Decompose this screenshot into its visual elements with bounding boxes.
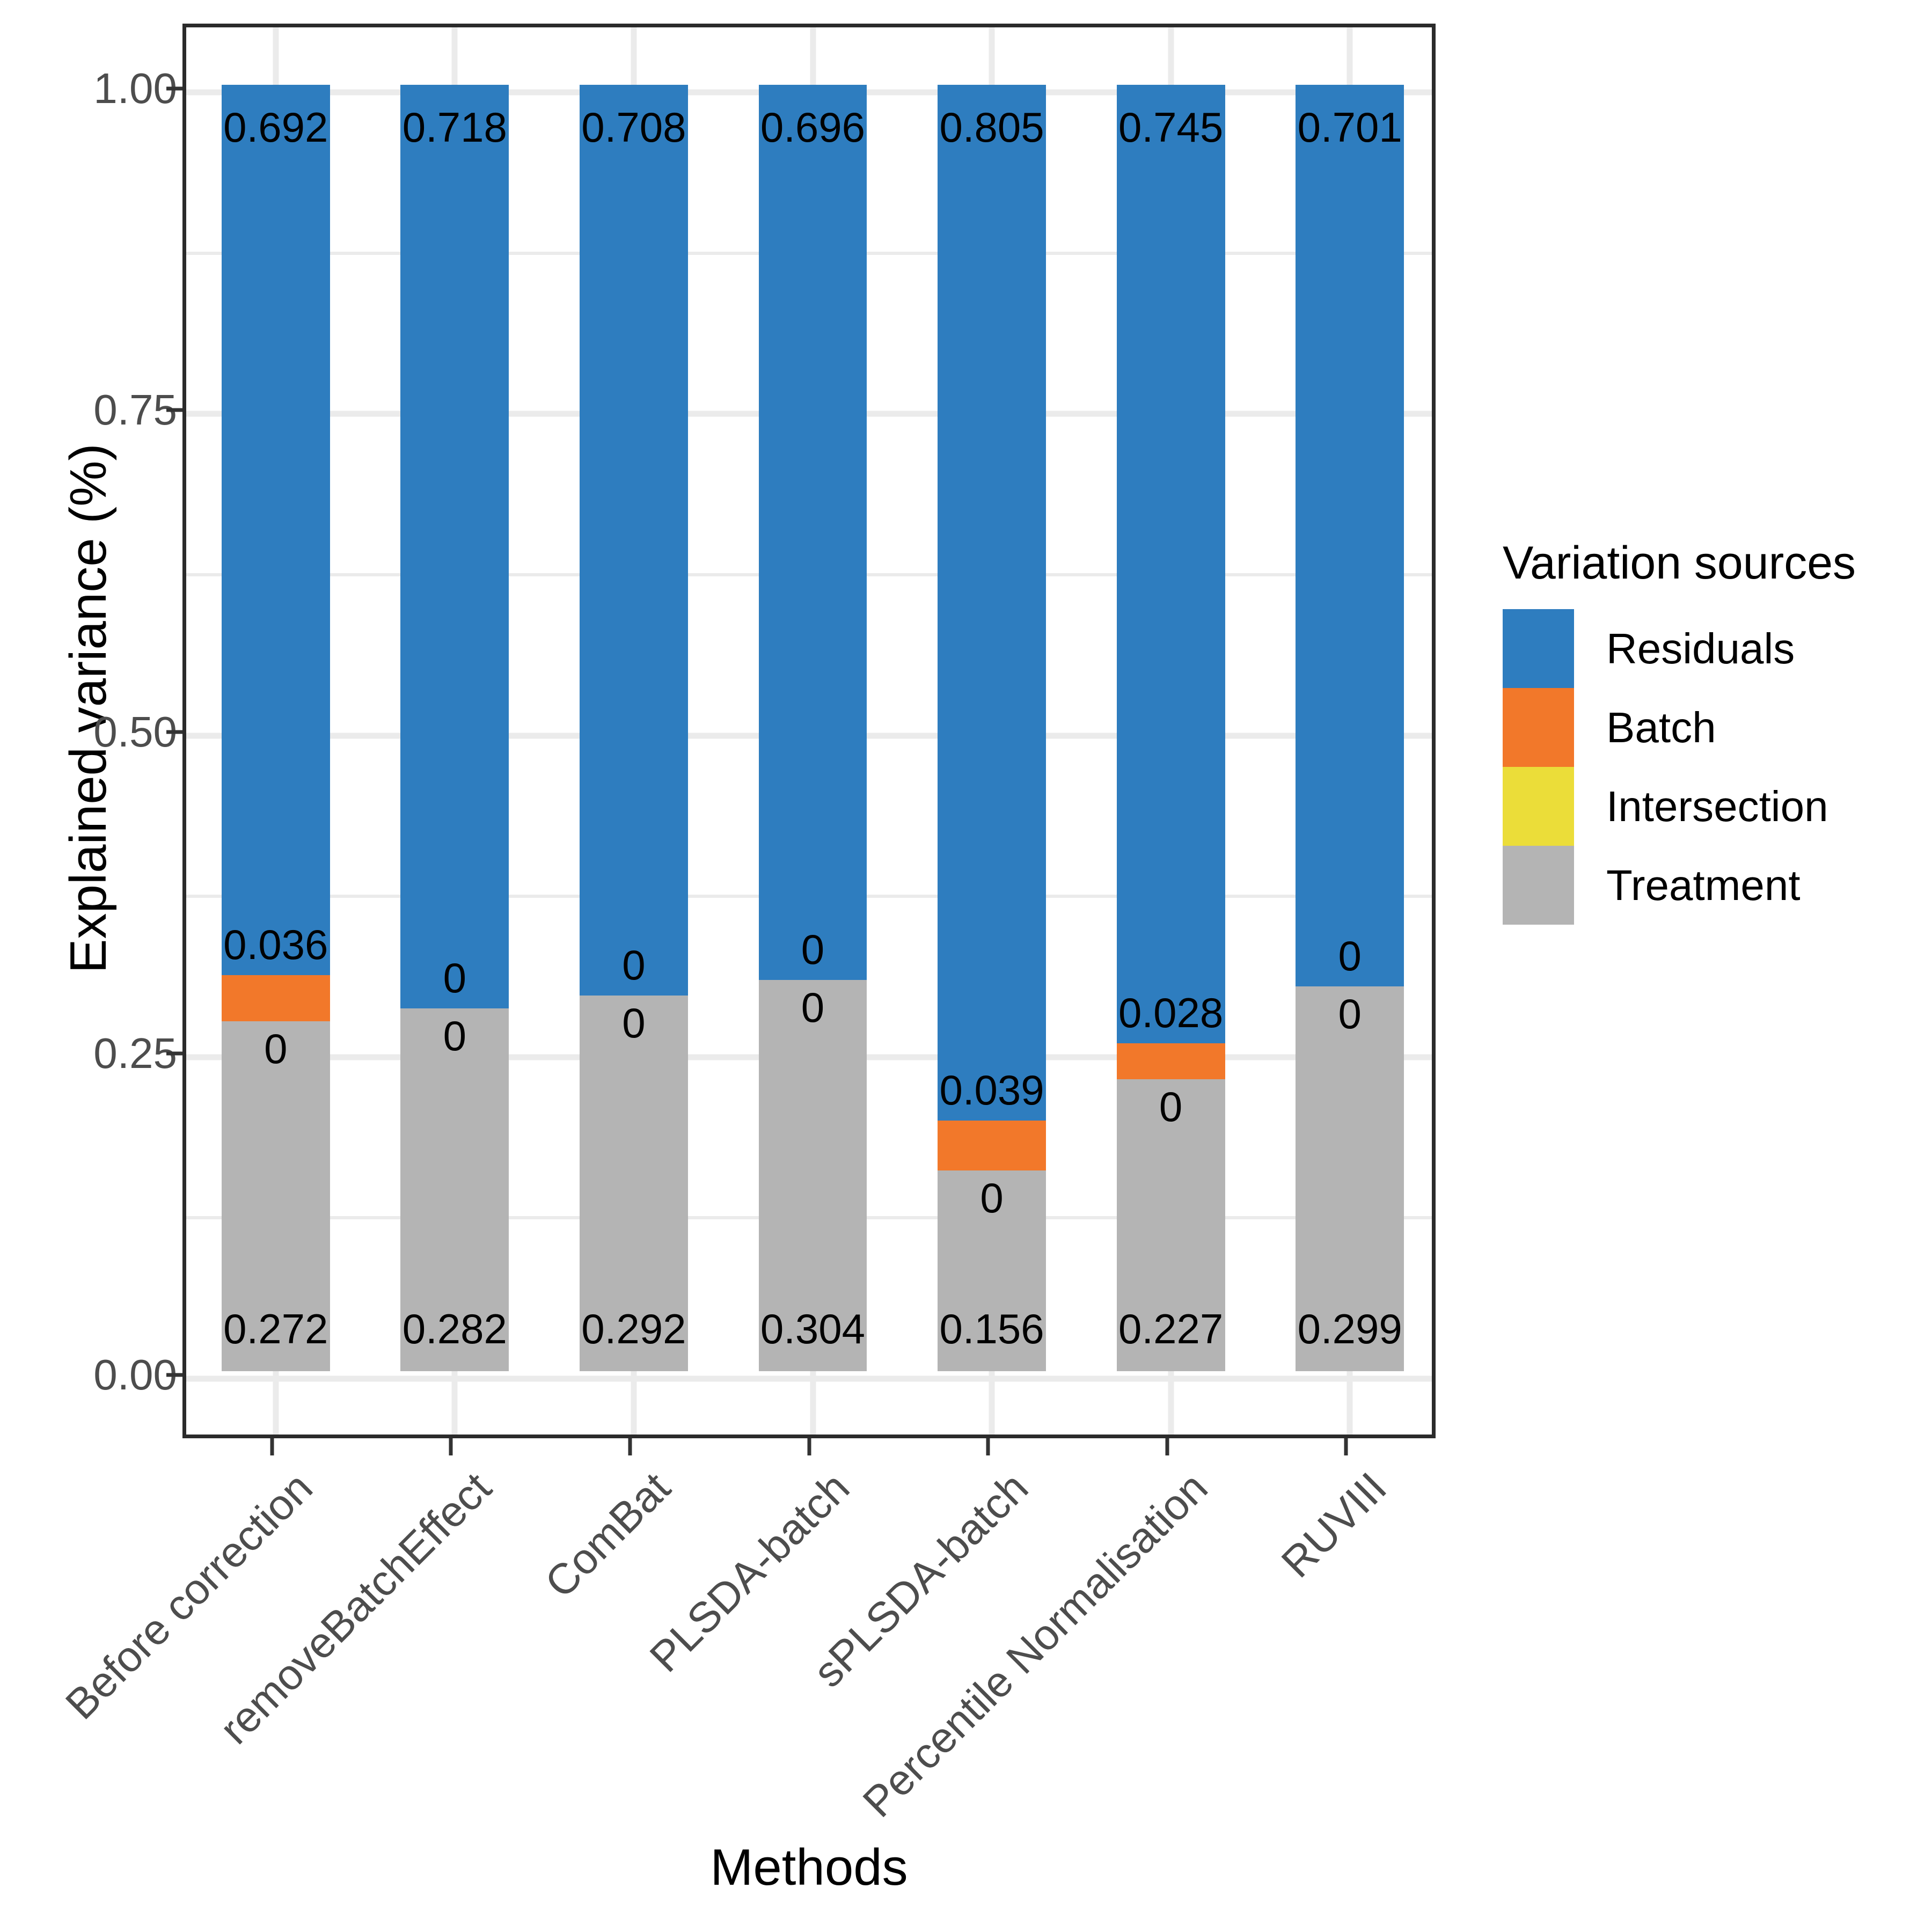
bar-stack[interactable]: 0.805 0.039 0 0.156 [938,85,1046,1371]
legend-label: Intersection [1606,782,1828,830]
x-tick-mark [628,1438,632,1455]
y-tick-mark [166,86,182,91]
legend-swatch-treatment [1503,846,1574,925]
chart-root: Explained variance (%) Methods 0.00 0.25 0… [0,0,1932,1932]
legend-item-treatment[interactable]: Treatment [1503,846,1911,925]
bar-segment-residuals[interactable] [758,85,867,980]
bar-segment-treatment[interactable] [580,996,688,1371]
legend-item-batch[interactable]: Batch [1503,688,1911,767]
x-tick-mark [1165,1438,1169,1455]
bar-segment-residuals[interactable] [938,85,1046,1121]
y-tick-mark [166,1051,182,1056]
legend-label: Treatment [1606,861,1801,909]
y-tick-label: 0.00 [93,1351,177,1399]
x-axis-title: Methods [710,1839,908,1896]
y-tick-label: 0.75 [93,386,177,434]
bar-stack[interactable]: 0.745 0.028 0 0.227 [1116,85,1225,1371]
bar-segment-batch[interactable] [1116,1043,1225,1079]
y-tick-mark [166,1373,182,1377]
x-tick-mark [807,1438,811,1455]
bar-stack[interactable]: 0.701 0 0 0.299 [1296,85,1404,1371]
y-tick-label: 0.25 [93,1029,177,1077]
bar-segment-residuals[interactable] [1116,85,1225,1043]
bar-stack[interactable]: 0.692 0.036 0 0.272 [221,85,330,1371]
legend-swatch-residuals [1503,609,1574,688]
x-tick-mark [449,1438,453,1455]
legend-items: Residuals Batch Intersection Treatment [1503,609,1911,925]
x-tick-label: RUVIII [1272,1463,1395,1587]
x-tick-mark [270,1438,274,1455]
bar-segment-treatment[interactable] [758,980,867,1371]
legend-swatch-batch [1503,688,1574,767]
y-tick-label: 1.00 [93,64,177,112]
bar-stack[interactable]: 0.718 0 0 0.282 [400,85,509,1371]
bar-segment-batch[interactable] [221,975,330,1022]
bar-stack[interactable]: 0.708 0 0 0.292 [580,85,688,1371]
bar-stack[interactable]: 0.696 0 0 0.304 [758,85,867,1371]
y-tick-mark [166,730,182,734]
legend-item-intersection[interactable]: Intersection [1503,767,1911,846]
x-tick-mark [986,1438,990,1455]
bar-segment-treatment[interactable] [938,1170,1046,1371]
legend-label: Residuals [1606,624,1795,672]
x-tick-mark [1344,1438,1348,1455]
y-tick-mark [166,408,182,412]
bar-segment-treatment[interactable] [400,1008,509,1371]
bar-segment-residuals[interactable] [1296,85,1404,987]
bar-segment-treatment[interactable] [1296,986,1404,1371]
plot-area: 0.692 0.036 0 0.272 0.718 0 0 0.282 0.708 0 0 0.292… [186,27,1432,1435]
legend-item-residuals[interactable]: Residuals [1503,609,1911,688]
legend-swatch-intersection [1503,767,1574,846]
legend-title: Variation sources [1503,537,1856,589]
bar-segment-treatment[interactable] [221,1021,330,1371]
gridline-major [186,1375,1432,1382]
bar-segment-batch[interactable] [938,1120,1046,1171]
bar-segment-treatment[interactable] [1116,1079,1225,1371]
bar-segment-residuals[interactable] [221,85,330,975]
y-tick-label: 0.50 [93,707,177,756]
x-tick-label: ComBat [536,1463,679,1607]
legend-label: Batch [1606,703,1716,751]
bar-segment-residuals[interactable] [580,85,688,996]
legend: Variation sources Residuals Batch Intersec… [1503,537,1911,925]
plot-panel: 0.692 0.036 0 0.272 0.718 0 0 0.282 0.708 0 0 0.292… [182,24,1436,1438]
bar-segment-residuals[interactable] [400,85,509,1009]
x-tick-label: Percentile Normalisation [853,1463,1217,1826]
